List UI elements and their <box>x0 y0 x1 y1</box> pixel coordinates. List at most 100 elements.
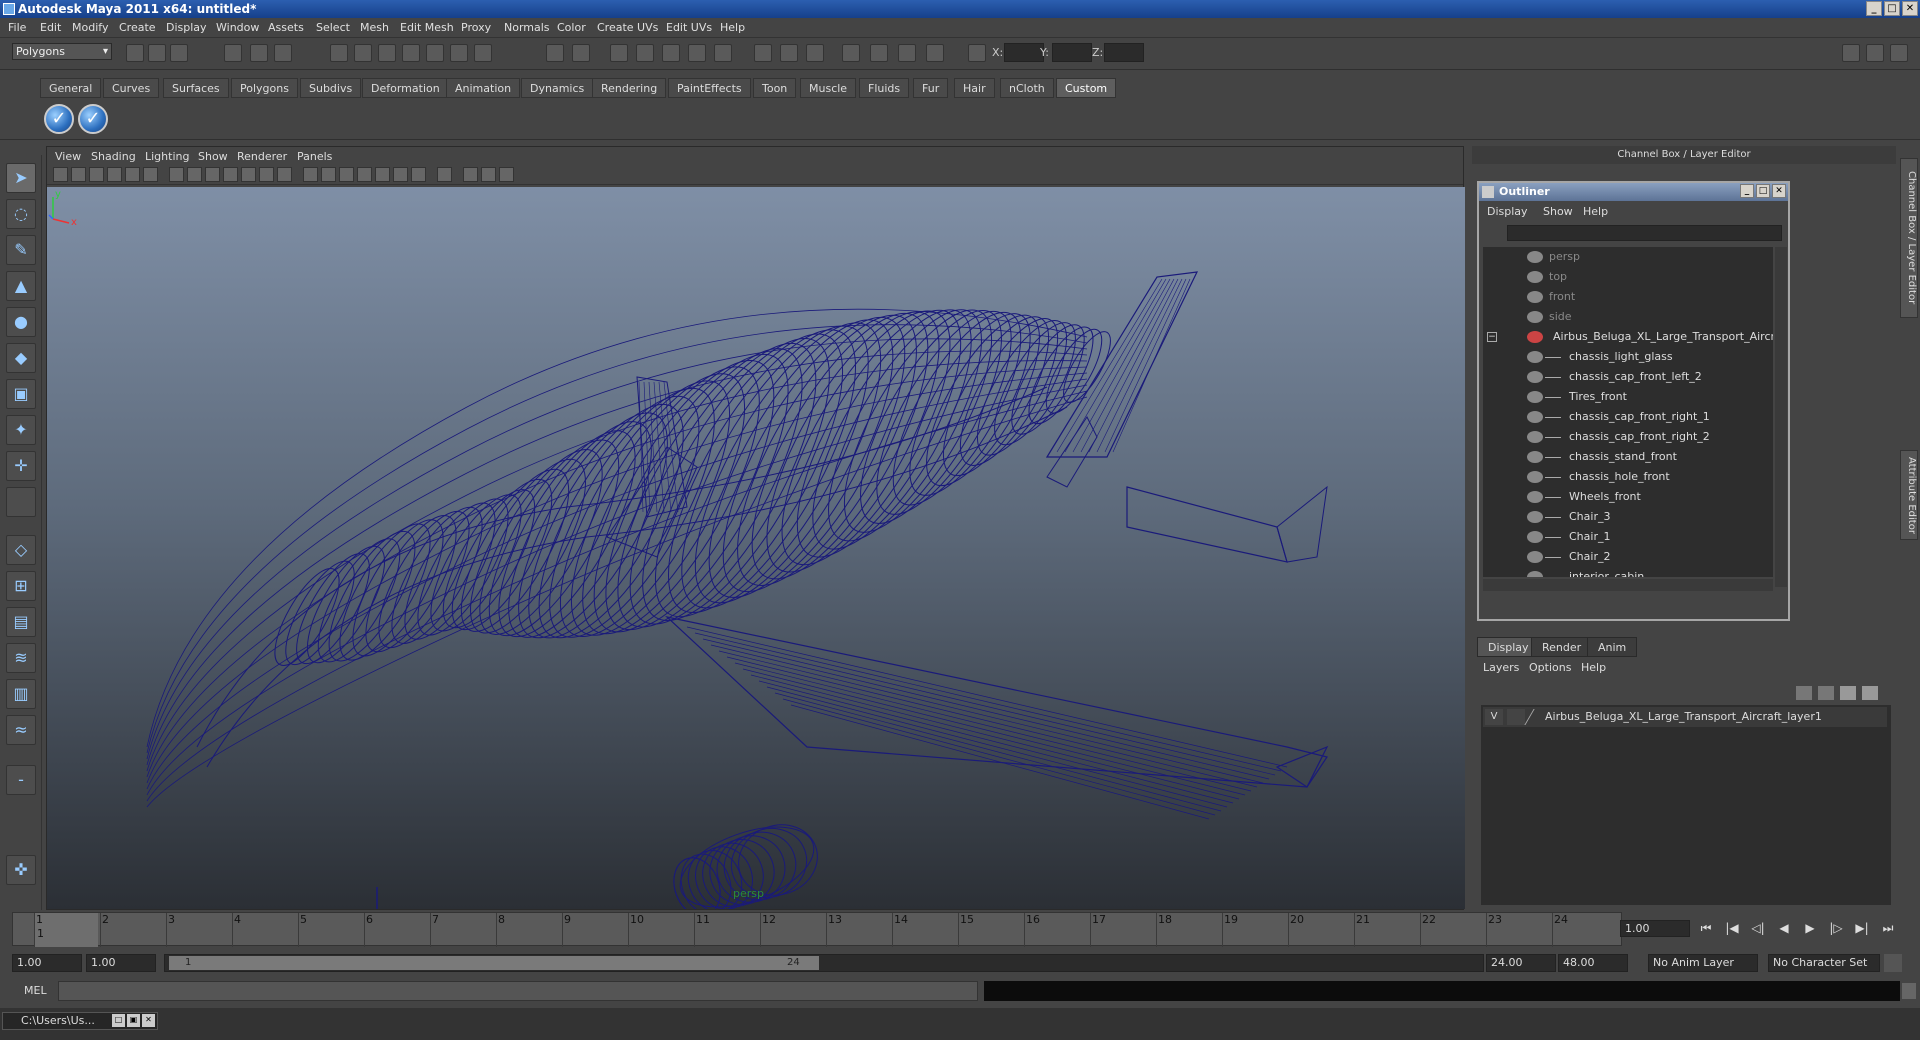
resolution-gate-icon[interactable] <box>169 167 184 182</box>
lock-icon[interactable] <box>546 44 564 62</box>
range-slider-handle[interactable] <box>169 956 819 970</box>
viewport-menu-renderer[interactable]: Renderer <box>237 150 287 163</box>
outliner-menu-help[interactable]: Help <box>1583 205 1608 218</box>
time-slider[interactable]: 1 1 2 3 4 5 6 7 8 9 10 11 12 13 14 15 16 17 18 19 20 21 22 23 2… <box>12 912 1622 947</box>
last-tool-icon[interactable] <box>6 487 36 517</box>
film-gate-icon[interactable] <box>143 167 158 182</box>
shelf-tab-dynamics[interactable]: Dynamics <box>521 78 594 98</box>
viewport-menu-view[interactable]: View <box>55 150 81 163</box>
toggle-channel-box-icon[interactable] <box>1890 44 1908 62</box>
safe-title-icon[interactable] <box>241 167 256 182</box>
playback-end-field[interactable]: 24.00 <box>1486 954 1556 972</box>
more-layouts-icon[interactable]: - <box>6 765 36 795</box>
snap-surface-icon[interactable] <box>426 44 444 62</box>
shadows-icon[interactable] <box>411 167 426 182</box>
minimized-window[interactable]: C:\Users\Us... □ ▣ ✕ <box>2 1012 158 1030</box>
shelf-tab-ncloth[interactable]: nCloth <box>1000 78 1054 98</box>
panel-icon[interactable] <box>806 44 824 62</box>
layer-menu-help[interactable]: Help <box>1581 661 1606 674</box>
go-to-start-icon[interactable]: ⏮ <box>1696 921 1716 937</box>
isolate-select-icon[interactable] <box>259 167 274 182</box>
viewport-menu-panels[interactable]: Panels <box>297 150 332 163</box>
shelf-tab-fluids[interactable]: Fluids <box>859 78 910 98</box>
menu-display[interactable]: Display <box>166 21 207 34</box>
new-layer-selected-icon[interactable] <box>1862 686 1878 700</box>
paint-select-tool-icon[interactable]: ✎ <box>6 235 36 265</box>
ambient-occlusion-icon[interactable] <box>463 167 478 182</box>
selection-mask-icon[interactable] <box>572 44 590 62</box>
list-item[interactable]: Wheels_front <box>1483 487 1773 507</box>
shelf-tab-curves[interactable]: Curves <box>103 78 160 98</box>
z-field[interactable] <box>1104 43 1144 62</box>
bookmark-icon[interactable] <box>89 167 104 182</box>
menu-set-selector[interactable]: Polygons <box>12 43 112 60</box>
render-globals-icon[interactable] <box>926 44 944 62</box>
menu-create-uvs[interactable]: Create UVs <box>597 21 658 34</box>
list-item[interactable]: Chair_2 <box>1483 547 1773 567</box>
list-item[interactable]: top <box>1483 267 1773 287</box>
side-tab-attribute-editor[interactable]: Attribute Editor <box>1900 450 1918 540</box>
gate-mask-icon[interactable] <box>187 167 202 182</box>
outliner-menu-display[interactable]: Display <box>1487 205 1528 218</box>
checkmark-shelf-icon[interactable]: ✓ <box>44 104 74 134</box>
menu-proxy[interactable]: Proxy <box>461 21 491 34</box>
high-quality-icon[interactable] <box>437 167 452 182</box>
menu-help[interactable]: Help <box>720 21 745 34</box>
list-item[interactable]: chassis_stand_front <box>1483 447 1773 467</box>
list-item[interactable]: chassis_light_glass <box>1483 347 1773 367</box>
new-scene-icon[interactable] <box>126 44 144 62</box>
list-item[interactable]: Tires_front <box>1483 387 1773 407</box>
image-plane-icon[interactable] <box>107 167 122 182</box>
maximize-icon[interactable]: ▣ <box>127 1014 140 1027</box>
field-chart-icon[interactable] <box>205 167 220 182</box>
snap-point-icon[interactable] <box>378 44 396 62</box>
xray-icon[interactable] <box>277 167 292 182</box>
menu-create[interactable]: Create <box>119 21 156 34</box>
list-item[interactable]: chassis_cap_front_right_2 <box>1483 427 1773 447</box>
render-layer-icon[interactable] <box>898 44 916 62</box>
select-hierarchy-icon[interactable] <box>224 44 242 62</box>
step-forward-key-icon[interactable]: |▷ <box>1826 921 1846 937</box>
collapse-toggle-icon[interactable]: − <box>1487 332 1497 342</box>
y-field[interactable] <box>1052 43 1092 62</box>
persp-graph-layout-icon[interactable]: ≋ <box>6 643 36 673</box>
render-icon[interactable] <box>636 44 654 62</box>
list-item[interactable]: Chair_1 <box>1483 527 1773 547</box>
outliner-horizontal-scrollbar[interactable] <box>1483 579 1773 591</box>
step-forward-frame-icon[interactable]: ▶| <box>1852 921 1872 937</box>
transform-mode-icon[interactable] <box>968 44 986 62</box>
history-icon[interactable] <box>450 44 468 62</box>
lasso-tool-icon[interactable]: ◌ <box>6 199 36 229</box>
anti-aliasing-icon[interactable] <box>499 167 514 182</box>
snap-curve-icon[interactable] <box>354 44 372 62</box>
open-scene-icon[interactable] <box>148 44 166 62</box>
toggle-tool-settings-icon[interactable] <box>1866 44 1884 62</box>
tab-anim[interactable]: Anim <box>1587 637 1638 657</box>
batch-render-icon[interactable] <box>870 44 888 62</box>
shelf-tab-subdivs[interactable]: Subdivs <box>300 78 362 98</box>
render-view-icon[interactable] <box>842 44 860 62</box>
construction-history-icon[interactable] <box>610 44 628 62</box>
select-object-icon[interactable] <box>250 44 268 62</box>
outliner-maximize-button[interactable]: □ <box>1756 184 1770 198</box>
layer-color-swatch[interactable] <box>1524 709 1546 725</box>
shelf-tab-polygons[interactable]: Polygons <box>231 78 298 98</box>
hypershade-layout-icon[interactable]: ▥ <box>6 679 36 709</box>
play-forwards-icon[interactable]: ▶ <box>1800 921 1820 937</box>
range-slider[interactable]: 1 24 <box>164 954 1484 972</box>
checkmark-shelf-icon[interactable]: ✓ <box>78 104 108 134</box>
outliner-minimize-button[interactable]: _ <box>1740 184 1754 198</box>
perspective-viewport[interactable]: persp y x <box>47 187 1465 909</box>
menu-assets[interactable]: Assets <box>268 21 304 34</box>
menu-file[interactable]: File <box>8 21 26 34</box>
x-field[interactable] <box>1004 43 1044 62</box>
anim-layer-selector[interactable]: No Anim Layer <box>1648 954 1758 972</box>
step-back-key-icon[interactable]: ◁| <box>1748 921 1768 937</box>
shelf-tab-hair[interactable]: Hair <box>954 78 995 98</box>
all-lights-icon[interactable] <box>393 167 408 182</box>
layer-menu-options[interactable]: Options <box>1529 661 1571 674</box>
shelf-tab-painteffects[interactable]: PaintEffects <box>668 78 751 98</box>
new-empty-layer-icon[interactable] <box>1840 686 1856 700</box>
list-item[interactable]: chassis_cap_front_left_2 <box>1483 367 1773 387</box>
character-set-selector[interactable]: No Character Set <box>1768 954 1880 972</box>
